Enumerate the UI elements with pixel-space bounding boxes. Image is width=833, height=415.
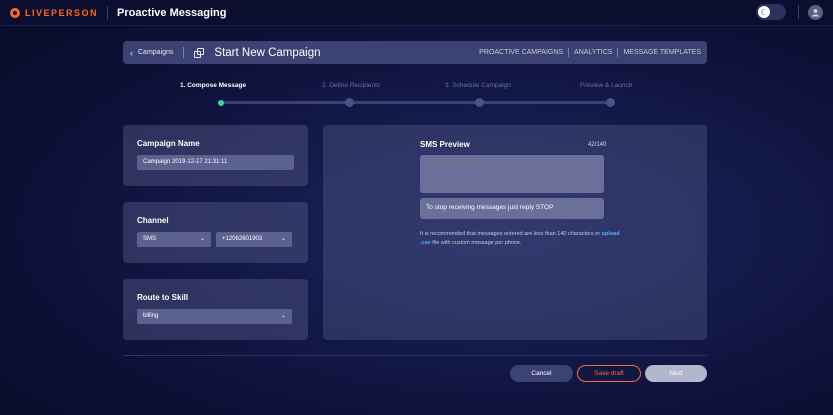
copy-icon (194, 47, 205, 58)
campaign-name-label: Campaign Name (137, 139, 200, 148)
chevron-down-icon: ⌄ (280, 313, 286, 319)
step-dot-3[interactable] (475, 98, 484, 107)
logo-divider (107, 5, 109, 20)
next-button[interactable]: Next (645, 365, 707, 382)
campaign-name-input[interactable]: Campaign 2019-12-17 21:31:11 (137, 155, 294, 170)
sms-preview-title: SMS Preview (420, 140, 470, 149)
liveperson-logo-icon (10, 7, 20, 18)
channel-selects: SMS ⌄ +12062601903 ⌄ (137, 232, 294, 247)
back-to-campaigns[interactable]: ‹ Campaigns (130, 48, 173, 58)
stop-message-bubble: To stop receiving messages just reply ST… (420, 198, 604, 219)
top-bar: LIVEPERSON Proactive Messaging ☾ (0, 0, 833, 26)
phone-number-value: +12062601903 (222, 236, 263, 242)
skill-value: billing (143, 313, 159, 319)
route-skill-card: Route to Skill billing ⌄ (123, 279, 308, 340)
note-text-before: It is recommended that messages entered … (420, 231, 602, 237)
user-avatar-icon[interactable] (808, 4, 823, 20)
header-divider (183, 47, 185, 58)
nav-divider (617, 48, 619, 57)
liveperson-logo[interactable]: LIVEPERSON (10, 7, 99, 18)
theme-toggle[interactable]: ☾ (756, 4, 786, 20)
campaign-header-bar: ‹ Campaigns Start New Campaign PROACTIVE… (123, 41, 707, 64)
channel-label: Channel (137, 216, 169, 225)
campaign-stepper: 1. Compose Message 2. Define Recipients … (180, 82, 650, 112)
step-dot-1[interactable] (218, 99, 224, 106)
app-title: Proactive Messaging (117, 6, 227, 19)
topbar-divider (798, 5, 799, 19)
message-input[interactable] (420, 155, 604, 193)
channel-type-select[interactable]: SMS ⌄ (137, 232, 211, 247)
channel-type-value: SMS (143, 236, 157, 242)
step-schedule-campaign[interactable]: 3. Schedule Campaign (445, 82, 511, 89)
chevron-left-icon: ‹ (130, 47, 133, 58)
page-title: Start New Campaign (214, 46, 321, 59)
channel-card: Channel SMS ⌄ +12062601903 ⌄ (123, 202, 308, 263)
note-text-after: file with custom message per phone. (430, 239, 522, 246)
nav-analytics[interactable]: ANALYTICS (574, 49, 612, 56)
route-skill-label: Route to Skill (137, 293, 189, 302)
step-dot-4[interactable] (606, 98, 615, 107)
step-define-recipients[interactable]: 2. Define Recipients (322, 82, 380, 89)
step-compose-message[interactable]: 1. Compose Message (180, 82, 246, 89)
phone-number-select[interactable]: +12062601903 ⌄ (216, 232, 292, 247)
footer-divider (123, 355, 707, 356)
topbar-actions: ☾ (756, 4, 823, 20)
step-dot-2[interactable] (345, 98, 354, 107)
nav-proactive-campaigns[interactable]: PROACTIVE CAMPAIGNS (479, 49, 563, 56)
step-preview-launch[interactable]: Preview & Launch (580, 82, 632, 89)
campaign-name-card: Campaign Name Campaign 2019-12-17 21:31:… (123, 125, 308, 186)
sms-preview-panel: SMS Preview 42/140 To stop receiving mes… (323, 125, 707, 340)
back-label: Campaigns (138, 49, 174, 56)
save-draft-button[interactable]: Save draft (577, 365, 641, 382)
moon-icon: ☾ (758, 6, 770, 18)
chevron-down-icon: ⌄ (280, 236, 286, 242)
nav-message-templates[interactable]: MESSAGE TEMPLATES (623, 49, 701, 56)
cancel-button[interactable]: Cancel (510, 365, 573, 382)
header-nav: PROACTIVE CAMPAIGNS ANALYTICS MESSAGE TE… (479, 41, 701, 64)
nav-divider (568, 48, 570, 57)
skill-select[interactable]: billing ⌄ (137, 309, 292, 324)
user-icon (811, 8, 820, 17)
sms-recommendation-note: It is recommended that messages entered … (420, 230, 620, 247)
stepper-track (218, 101, 611, 104)
logo-text: LIVEPERSON (25, 7, 99, 18)
chevron-down-icon: ⌄ (199, 236, 205, 242)
character-count: 42/140 (588, 142, 607, 148)
